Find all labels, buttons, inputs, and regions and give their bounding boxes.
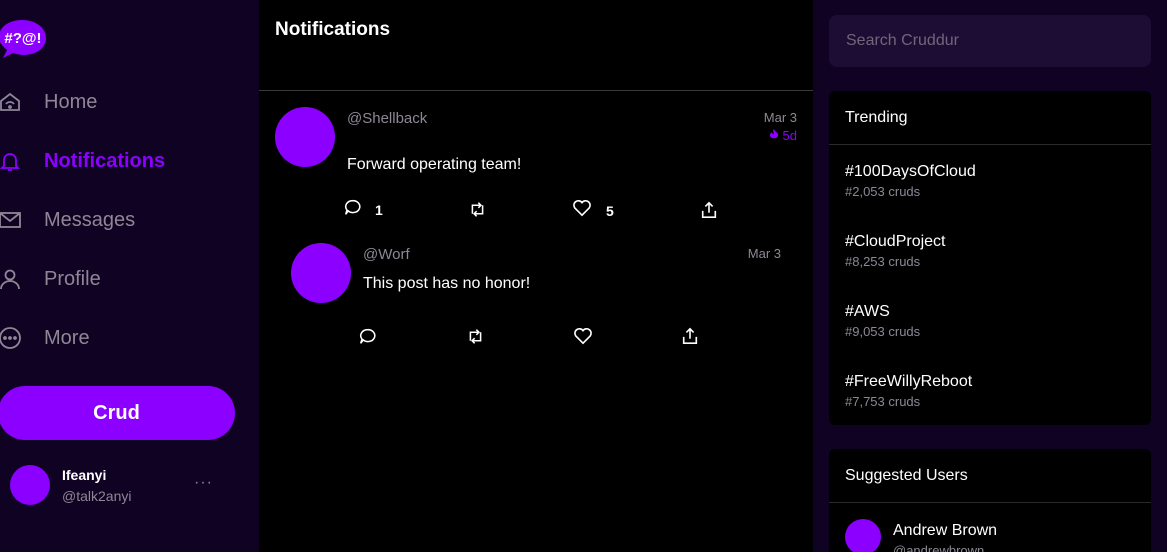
bell-icon — [0, 149, 22, 173]
post-content: Forward operating team! — [347, 156, 522, 173]
profile-handle: @talk2anyi — [62, 488, 132, 504]
reply-icon — [344, 199, 361, 221]
nav-label-home: Home — [44, 90, 98, 113]
trending-count: #8,253 cruds — [845, 254, 921, 269]
share-button[interactable] — [681, 327, 699, 350]
trending-title: Trending — [829, 91, 1151, 145]
suggested-users-title: Suggested Users — [829, 449, 1151, 503]
logo-text: #?@! — [4, 30, 41, 47]
reply-icon — [359, 328, 376, 350]
suggested-user-name[interactable]: Andrew Brown — [893, 522, 997, 540]
reply-count: 1 — [375, 202, 383, 218]
nav-item-notifications[interactable]: Notifications — [0, 141, 165, 181]
trending-item[interactable]: #FreeWillyReboot #7,753 cruds — [845, 373, 972, 409]
mail-icon — [0, 208, 22, 232]
like-count: 5 — [606, 202, 614, 219]
profile-card[interactable]: Ifeanyi @talk2anyi ··· — [10, 464, 240, 508]
heart-icon — [573, 327, 593, 350]
repost-button[interactable] — [468, 201, 487, 223]
expiry-text: 5d — [782, 128, 797, 143]
post-item[interactable]: @Shellback Mar 3 5d Forward operating te… — [259, 91, 813, 231]
post-expiry: 5d — [768, 128, 797, 143]
nav-label-notifications: Notifications — [44, 149, 166, 172]
repost-button[interactable] — [466, 328, 485, 350]
avatar[interactable] — [291, 243, 351, 303]
trending-tag: #100DaysOfCloud — [845, 163, 976, 180]
nav-label-messages: Messages — [44, 208, 136, 231]
right-sidebar: Trending #100DaysOfCloud #2,053 cruds #C… — [813, 0, 1167, 552]
repost-icon — [468, 201, 487, 223]
like-button[interactable] — [573, 327, 593, 350]
trending-item[interactable]: #100DaysOfCloud #2,053 cruds — [845, 163, 976, 199]
share-icon — [681, 327, 699, 350]
post-item[interactable]: @Worf Mar 3 This post has no honor! — [259, 231, 813, 356]
trending-tag: #CloudProject — [845, 233, 946, 250]
repost-icon — [466, 328, 485, 350]
reply-button[interactable]: 1 — [344, 199, 383, 221]
trending-item[interactable]: #AWS #9,053 cruds — [845, 303, 920, 339]
nav-item-messages[interactable]: Messages — [0, 200, 135, 240]
reply-button[interactable] — [359, 328, 376, 350]
trending-tag: #FreeWillyReboot — [845, 373, 973, 390]
home-icon — [0, 90, 22, 114]
trending-count: #2,053 cruds — [845, 184, 921, 199]
nav-label-profile: Profile — [44, 267, 101, 290]
main-feed: Notifications @Shellback Mar 3 5d Forwar… — [259, 0, 813, 552]
nav-item-more[interactable]: More — [0, 318, 90, 358]
trending-count: #7,753 cruds — [845, 394, 921, 409]
post-handle[interactable]: @Worf — [363, 246, 410, 263]
page-title: Notifications — [275, 19, 391, 40]
app-logo[interactable]: #?@! — [0, 18, 48, 60]
nav-item-home[interactable]: Home — [0, 82, 97, 122]
flame-icon — [768, 128, 780, 143]
like-button[interactable]: 5 — [572, 199, 614, 222]
share-button[interactable] — [700, 201, 718, 224]
post-date: Mar 3 — [747, 246, 781, 261]
trending-panel: Trending #100DaysOfCloud #2,053 cruds #C… — [829, 91, 1151, 425]
post-content: This post has no honor! — [363, 275, 531, 292]
suggested-user-handle: @andrewbrown — [893, 543, 985, 552]
suggested-users-panel: Suggested Users Andrew Brown @andrewbrow… — [829, 449, 1151, 552]
avatar[interactable] — [275, 107, 335, 167]
post-date: Mar 3 — [763, 110, 797, 125]
search-input[interactable] — [829, 15, 1151, 67]
profile-menu-button[interactable]: ··· — [194, 474, 213, 492]
trending-item[interactable]: #CloudProject #8,253 cruds — [845, 233, 946, 269]
trending-tag: #AWS — [845, 303, 890, 320]
left-sidebar: #?@! Home Notifications Messages Profile… — [0, 0, 259, 552]
nav-item-profile[interactable]: Profile — [0, 259, 101, 299]
profile-name: Ifeanyi — [62, 467, 107, 483]
more-circle-icon — [0, 326, 22, 350]
crud-button[interactable]: Crud — [0, 386, 235, 440]
avatar — [10, 465, 50, 505]
share-icon — [700, 201, 718, 224]
nav-label-more: More — [44, 326, 90, 349]
person-icon — [0, 267, 22, 291]
heart-icon — [572, 199, 592, 222]
post-handle[interactable]: @Shellback — [347, 110, 427, 127]
trending-count: #9,053 cruds — [845, 324, 921, 339]
avatar[interactable] — [845, 519, 881, 552]
